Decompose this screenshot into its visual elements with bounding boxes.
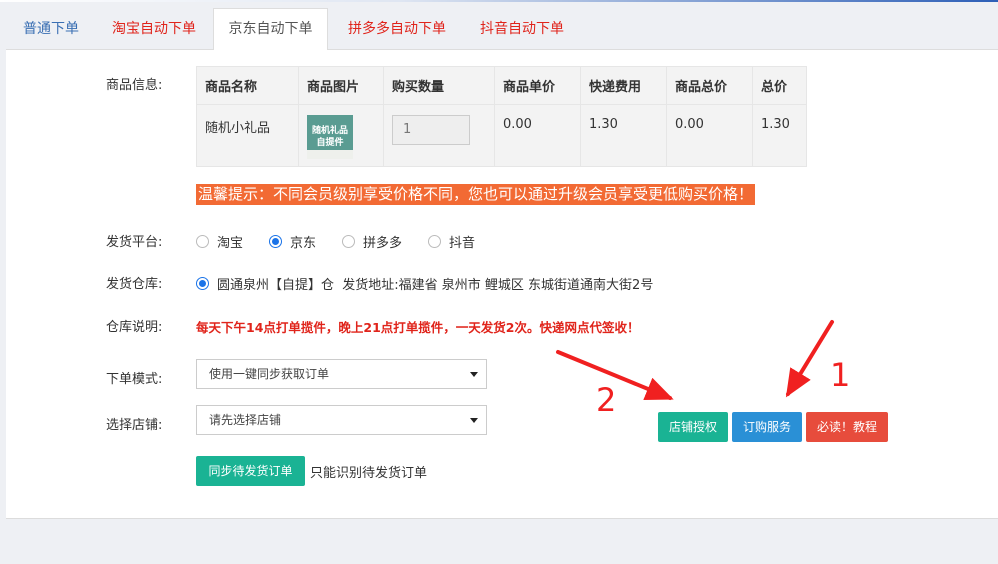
shipping-fee-value: 1.30 xyxy=(580,104,667,167)
col-shipping-fee: 快递费用 xyxy=(580,66,667,105)
sync-pending-orders-button[interactable]: 同步待发货订单 xyxy=(196,456,305,486)
col-total: 总价 xyxy=(752,66,807,105)
radio-checked-icon xyxy=(196,277,209,290)
platform-option-jd[interactable]: 京东 xyxy=(269,232,316,251)
col-unit-price: 商品单价 xyxy=(494,66,581,105)
col-goods-name: 商品名称 xyxy=(196,66,299,105)
tab-taobao-auto-order[interactable]: 淘宝自动下单 xyxy=(96,8,212,50)
total-value: 1.30 xyxy=(752,104,807,167)
tab-normal-order[interactable]: 普通下单 xyxy=(8,8,94,50)
warehouse-option-quanzhou[interactable]: 圆通泉州【自提】仓 发货地址:福建省 泉州市 鲤城区 东城街道通南大街2号 xyxy=(196,274,653,293)
tab-douyin-auto-order[interactable]: 抖音自动下单 xyxy=(464,8,580,50)
store-label: 选择店铺: xyxy=(106,418,163,433)
col-goods-total: 商品总价 xyxy=(666,66,753,105)
col-quantity: 购买数量 xyxy=(383,66,495,105)
platform-option-pdd[interactable]: 拼多多 xyxy=(342,232,402,251)
tab-pdd-auto-order[interactable]: 拼多多自动下单 xyxy=(332,8,462,50)
member-price-notice: 温馨提示：不同会员级别享受价格不同，您也可以通过升级会员享受更低购买价格！ xyxy=(196,184,756,205)
tab-jd-auto-order[interactable]: 京东自动下单 xyxy=(213,8,328,51)
goods-total-value: 0.00 xyxy=(666,104,753,167)
quantity-input[interactable]: 1 xyxy=(392,115,470,145)
unit-price-value: 0.00 xyxy=(494,104,581,167)
warehouse-label: 发货仓库: xyxy=(106,277,163,292)
table-header-row: 商品名称 商品图片 购买数量 商品单价 快递费用 商品总价 总价 xyxy=(196,66,807,105)
store-authorize-button[interactable]: 店铺授权 xyxy=(658,412,728,442)
warehouse-note-text: 每天下午14点打单揽件，晚上21点打单揽件，一天发货2次。快递网点代签收！ xyxy=(196,320,640,335)
store-select[interactable]: 请先选择店铺 xyxy=(196,405,487,435)
table-row: 随机小礼品 随机礼品 自提件 1 0.00 1.30 0.00 1.30 xyxy=(196,104,807,167)
platform-option-douyin[interactable]: 抖音 xyxy=(428,232,475,251)
col-goods-image: 商品图片 xyxy=(298,66,384,105)
must-read-tutorial-button[interactable]: 必读！教程 xyxy=(806,412,888,442)
radio-icon xyxy=(196,235,209,248)
warehouse-radio-group: 圆通泉州【自提】仓 发货地址:福建省 泉州市 鲤城区 东城街道通南大街2号 xyxy=(196,274,679,293)
goods-table: 商品名称 商品图片 购买数量 商品单价 快递费用 商品总价 总价 随机小礼品 随… xyxy=(196,66,807,167)
top-accent-line xyxy=(0,0,998,2)
platform-label: 发货平台: xyxy=(106,235,163,250)
caret-down-icon xyxy=(470,418,478,423)
warehouse-note-label: 仓库说明: xyxy=(106,320,163,335)
sync-hint-text: 只能识别待发货订单 xyxy=(310,466,428,481)
radio-icon xyxy=(428,235,442,248)
radio-icon xyxy=(342,235,356,248)
order-mode-label: 下单模式: xyxy=(106,372,163,387)
platform-option-taobao[interactable]: 淘宝 xyxy=(196,232,243,251)
caret-down-icon xyxy=(470,372,478,377)
platform-radio-group: 淘宝 京东 拼多多 抖音 xyxy=(196,232,501,251)
goods-name: 随机小礼品 xyxy=(196,104,299,167)
radio-checked-icon xyxy=(269,235,283,248)
goods-thumbnail: 随机礼品 自提件 xyxy=(307,115,353,159)
order-tabs: 普通下单 淘宝自动下单 京东自动下单 拼多多自动下单 抖音自动下单 xyxy=(6,8,998,51)
order-service-button[interactable]: 订购服务 xyxy=(732,412,802,442)
order-mode-select[interactable]: 使用一键同步获取订单 xyxy=(196,359,487,389)
order-panel: 商品信息: 商品名称 商品图片 购买数量 商品单价 快递费用 商品总价 总价 随… xyxy=(6,50,998,519)
goods-info-label: 商品信息: xyxy=(106,78,163,93)
